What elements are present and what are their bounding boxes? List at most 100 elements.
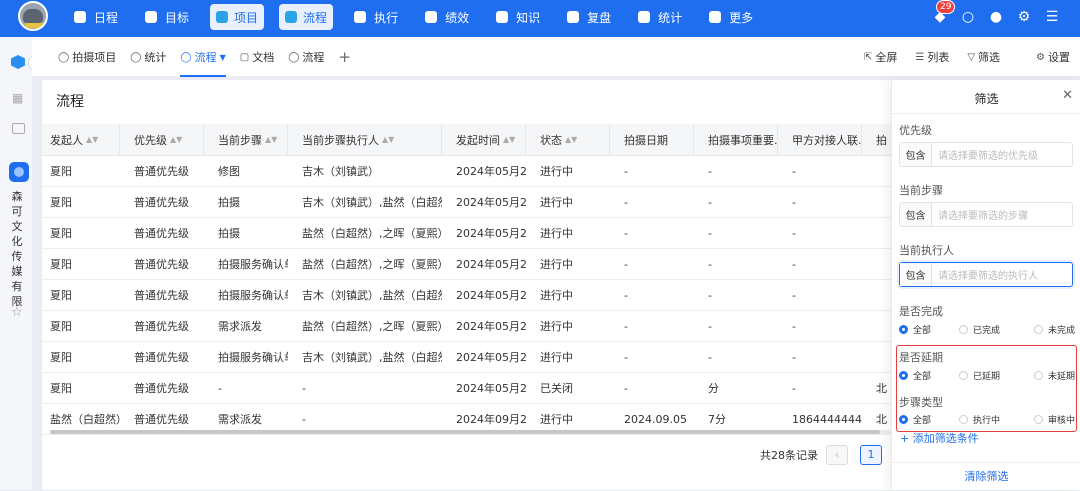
table-row[interactable]: 夏阳 普通优先级 拍摄服务确认单 吉木（刘镇武）,盐然（白超然） 2024年05月2..… [42, 280, 892, 311]
step-prefix[interactable]: 包含 [900, 203, 932, 226]
prev-page-button[interactable]: ‹ [826, 445, 848, 465]
radio-delayed[interactable]: 已延期 [959, 369, 1019, 382]
scrollbar-thumb[interactable] [50, 430, 880, 434]
col-initiator[interactable]: 发起人 ▲▼ [42, 124, 120, 155]
folder-icon[interactable] [12, 123, 25, 134]
nav-execute[interactable]: 执行 [348, 4, 404, 30]
star-icon[interactable]: ☆ [11, 305, 23, 320]
add-filter-button[interactable]: + 添加筛选条件 [900, 430, 979, 446]
col-status[interactable]: 状态 ▲▼ [526, 124, 610, 155]
user-avatar[interactable] [18, 1, 48, 31]
table-cell: 普通优先级 [134, 258, 189, 271]
radio-reviewing[interactable]: 审核中 [1019, 413, 1075, 426]
col-shoot-date[interactable]: 拍摄日期 [610, 124, 694, 155]
nav-goal[interactable]: 目标 [139, 4, 195, 30]
clear-filter-button[interactable]: 清除筛选 [892, 462, 1080, 490]
table-cell: 夏阳 [50, 320, 72, 333]
col-start-time[interactable]: 发起时间 ▲▼ [442, 124, 526, 155]
col-current-step[interactable]: 当前步骤 ▲▼ [204, 124, 288, 155]
horizontal-scrollbar[interactable] [50, 430, 892, 434]
top-right-tools: ◆ 29 ○ ● ⚙ ☰ [920, 0, 1060, 25]
nav-knowledge[interactable]: 知识 [490, 4, 546, 30]
col-shoot-importance[interactable]: 拍摄事项重要... [694, 124, 778, 155]
tab-flow[interactable]: ◯ 流程 [288, 37, 324, 77]
filter-panel: 筛选 ✕ 优先级 包含 请选择要筛选的优先级 当前步骤 包含 请选择要筛选的步骤… [891, 80, 1080, 490]
nav-stats[interactable]: 统计 [632, 4, 688, 30]
col-client-contact[interactable]: 甲方对接人联... [778, 124, 862, 155]
table-cell: 盐然（白超然）,之晖（夏熙）... [302, 320, 442, 333]
col-priority[interactable]: 优先级 ▲▼ [120, 124, 204, 155]
nav-more[interactable]: 更多 [703, 4, 759, 30]
table-cell: - [624, 257, 628, 271]
cube-icon[interactable] [11, 55, 25, 69]
nav-performance[interactable]: 绩效 [419, 4, 475, 30]
radio-all[interactable]: 全部 [899, 369, 959, 382]
delayed-radio-group: 全部 已延期 未延期 [899, 369, 1075, 382]
col-more[interactable]: 拍 [862, 124, 892, 155]
table-row[interactable]: 夏阳 普通优先级 修图 吉木（刘镇武） 2024年05月2... 进行中 - - - [42, 156, 892, 187]
org-logo[interactable] [9, 162, 29, 182]
table-cell: 2024年05月2... [456, 227, 526, 240]
table-cell: - [708, 288, 712, 302]
nav-flow[interactable]: 流程 [279, 4, 334, 30]
table-row[interactable]: 夏阳 普通优先级 需求派发 盐然（白超然）,之晖（夏熙）... 2024年05月2...… [42, 311, 892, 342]
priority-prefix[interactable]: 包含 [900, 143, 932, 166]
table-cell: 普通优先级 [134, 227, 189, 240]
nav-project[interactable]: 项目 [210, 4, 265, 30]
table-cell: 进行中 [540, 227, 573, 240]
table-cell: - [792, 195, 796, 209]
check-circle-icon: ◯ [58, 51, 70, 63]
plus-circle-icon: ◯ [180, 51, 192, 63]
radio-dot [959, 415, 968, 424]
org-name[interactable]: 森可文化传媒有限 [10, 189, 24, 309]
close-icon[interactable]: ✕ [1062, 88, 1073, 103]
table-cell: - [708, 195, 712, 209]
radio-all[interactable]: 全部 [899, 413, 959, 426]
radio-all[interactable]: 全部 [899, 323, 959, 336]
priority-filter-input[interactable]: 包含 请选择要筛选的优先级 [899, 142, 1073, 167]
tab-flow-active[interactable]: ◯ 流程 ▼ [180, 37, 227, 77]
table-row[interactable]: 夏阳 普通优先级 拍摄 吉木（刘镇武）,盐然（白超然） 2024年05月2... 进行中 -… [42, 187, 892, 218]
total-records: 共28条记录 [760, 449, 818, 462]
table-cell: 进行中 [540, 351, 573, 364]
radio-executing[interactable]: 执行中 [959, 413, 1019, 426]
table-row[interactable]: 夏阳 普通优先级 拍摄服务确认单 盐然（白超然）,之晖（夏熙） 2024年05月2...… [42, 249, 892, 280]
table-cell: 进行中 [540, 258, 573, 271]
table-cell: - [708, 350, 712, 364]
tab-shoot-project[interactable]: ◯ 拍摄项目 [58, 37, 116, 77]
settings-button[interactable]: ⚙ 设置 [1036, 49, 1070, 65]
radio-not-delayed[interactable]: 未延期 [1019, 369, 1075, 382]
tab-docs[interactable]: ▢ 文档 [240, 37, 274, 77]
nav-label: 统计 [658, 10, 683, 25]
col-step-executor[interactable]: 当前步骤执行人 ▲▼ [288, 124, 442, 155]
step-filter-input[interactable]: 包含 请选择要筛选的步骤 [899, 202, 1073, 227]
table-row[interactable]: 夏阳 普通优先级 - - 2024年05月2... 已关闭 - 分 - 北 [42, 373, 892, 404]
fullscreen-button[interactable]: ⇱ 全屏 [864, 49, 897, 65]
table-row[interactable]: 夏阳 普通优先级 拍摄 盐然（白超然）,之晖（夏熙）... 2024年05月2... 进行… [42, 218, 892, 249]
page-number[interactable]: 1 [860, 445, 882, 465]
table-cell: 夏阳 [50, 289, 72, 302]
radio-not-completed[interactable]: 未完成 [1019, 323, 1075, 336]
menu-icon[interactable]: ☰ [1044, 9, 1060, 25]
tab-stats[interactable]: ◯ 统计 [130, 37, 166, 77]
radio-completed[interactable]: 已完成 [959, 323, 1019, 336]
table-row[interactable]: 夏阳 普通优先级 拍摄服务确认单 吉木（刘镇武）,盐然（白超然） 2024年05月2..… [42, 342, 892, 373]
gear-icon[interactable]: ⚙ [1016, 9, 1032, 25]
table-cell: 需求派发 [218, 320, 262, 333]
executor-filter-input[interactable]: 包含 请选择要筛选的执行人 [899, 262, 1073, 287]
executor-prefix[interactable]: 包含 [900, 263, 932, 286]
info-icon[interactable]: ● [988, 9, 1004, 25]
expand-icon: ⇱ [863, 51, 873, 63]
list-button[interactable]: ☰ 列表 [915, 49, 949, 65]
table-cell: 进行中 [540, 320, 573, 333]
apps-icon[interactable]: ▦ [12, 92, 24, 104]
nav-review[interactable]: 复盘 [561, 4, 617, 30]
bell-icon[interactable]: ◆ 29 [932, 0, 956, 25]
nav-schedule[interactable]: 日程 [68, 4, 124, 30]
search-icon[interactable]: ○ [960, 9, 976, 25]
table-cell: 吉木（刘镇武）,盐然（白超然） [302, 351, 442, 364]
step-type-label: 步骤类型 [899, 396, 943, 409]
radio-dot [899, 325, 908, 334]
add-tab-icon[interactable]: + [338, 37, 351, 77]
filter-button[interactable]: ▽ 筛选 [967, 49, 1000, 65]
